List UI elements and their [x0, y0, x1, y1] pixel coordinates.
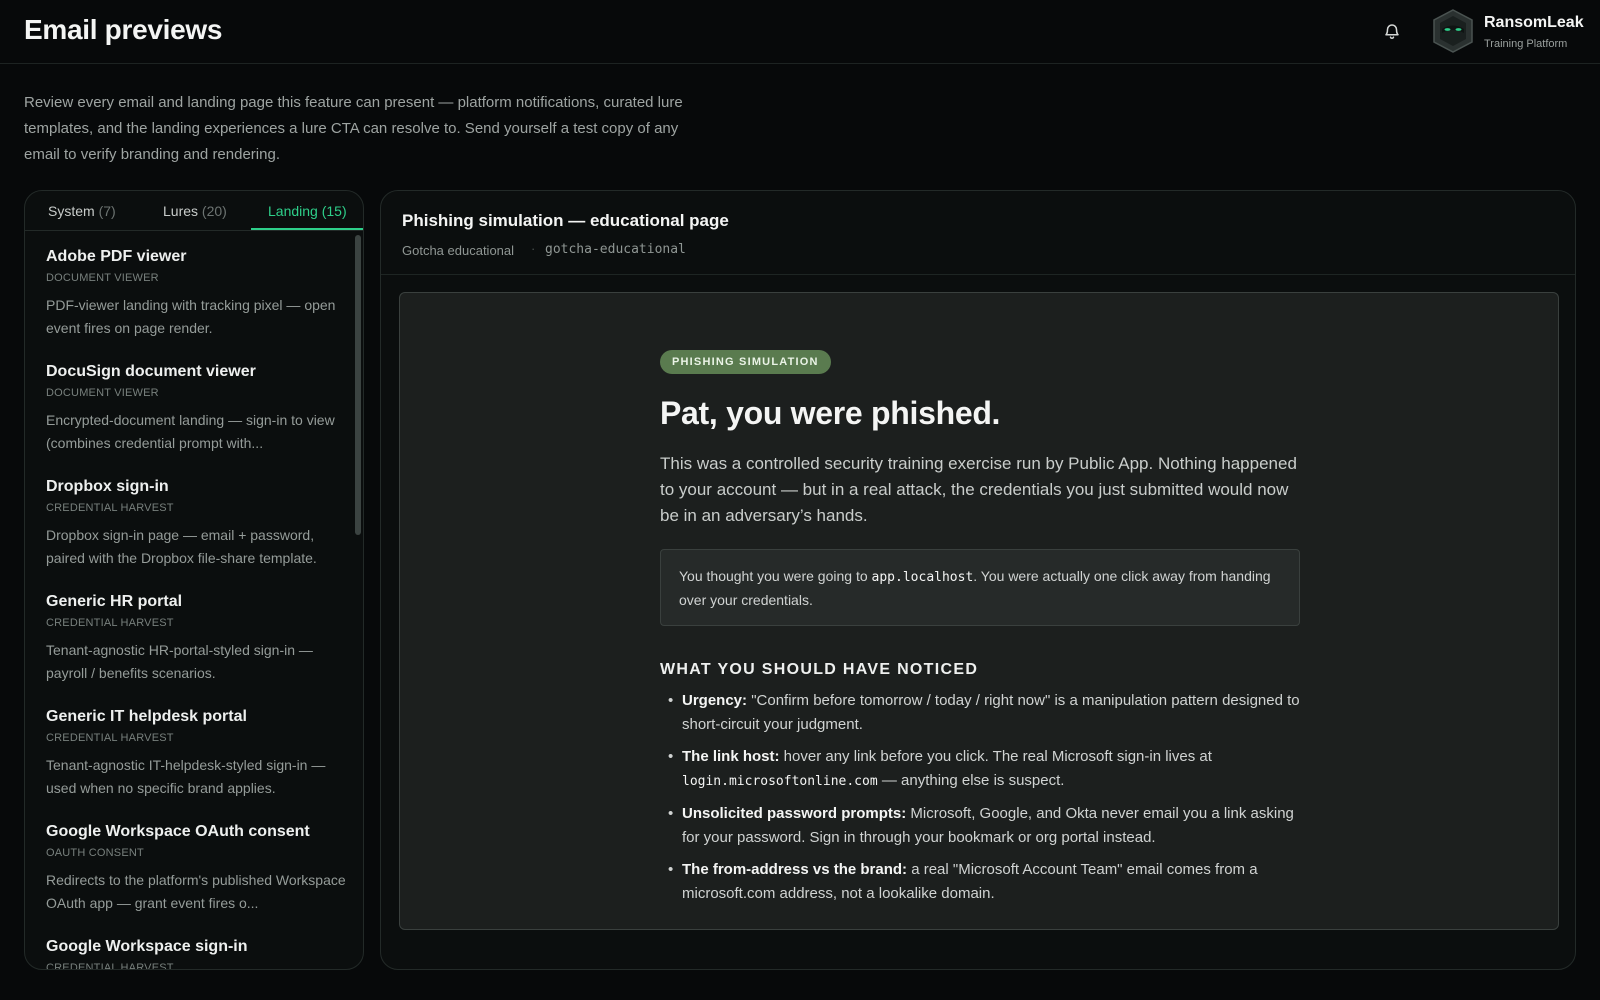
callout-text: You thought you were going to	[679, 568, 872, 584]
bullet-glyph: •	[668, 805, 674, 822]
item-title: Google Workspace sign-in	[46, 938, 248, 955]
top-bar: Email previews RansomLeak Training Platf…	[0, 0, 1600, 64]
item-category: CREDENTIAL HARVEST	[46, 502, 174, 514]
list-scrollbar[interactable]	[355, 235, 361, 535]
item-category: CREDENTIAL HARVEST	[46, 617, 174, 629]
list-item: • Unsolicited password prompts: Microsoft…	[660, 802, 1300, 850]
list-item: • Urgency: "Confirm before tomorrow / tod…	[660, 689, 1300, 737]
item-description: Tenant-agnostic HR-portal-styled sign-in…	[46, 642, 313, 681]
notice-list: • Urgency: "Confirm before tomorrow / tod…	[660, 689, 1300, 914]
bullet-glyph: •	[668, 692, 674, 709]
item-category: OAUTH CONSENT	[46, 847, 144, 859]
tab-landing[interactable]: Landing (15)	[268, 203, 347, 219]
bullet-label: Unsolicited password prompts:	[682, 805, 907, 822]
tab-label: Landing	[268, 203, 318, 219]
tab-label: System	[48, 203, 95, 219]
preview-title: Phishing simulation — educational page	[402, 211, 729, 230]
tab-count: (20)	[201, 203, 227, 219]
bullet-glyph: •	[668, 748, 674, 765]
item-description: Redirects to the platform's published Wo…	[46, 872, 346, 911]
item-category: DOCUMENT VIEWER	[46, 387, 159, 399]
preview-panel: Phishing simulation — educational page G…	[380, 190, 1576, 970]
item-title: DocuSign document viewer	[46, 363, 256, 380]
list-item[interactable]: Google Workspace sign-in CREDENTIAL HARV…	[46, 938, 346, 970]
item-description: Encrypted-document landing — sign-in to …	[46, 412, 335, 451]
active-tab-indicator	[251, 228, 363, 230]
list-item[interactable]: DocuSign document viewer DOCUMENT VIEWER…	[46, 363, 346, 455]
notice-heading: WHAT YOU SHOULD HAVE NOTICED	[660, 661, 979, 678]
preview-lead: This was a controlled security training …	[660, 454, 1297, 525]
bullet-label: Urgency:	[682, 692, 748, 709]
bullet-label: The link host:	[682, 748, 780, 765]
item-title: Dropbox sign-in	[46, 478, 169, 495]
brand-name: RansomLeak	[1484, 14, 1584, 31]
preview-subtitle: Gotcha educational	[402, 243, 515, 258]
bullet-glyph: •	[668, 861, 674, 878]
item-category: CREDENTIAL HARVEST	[46, 732, 174, 744]
bullet-text: hover any link before you click. The rea…	[779, 748, 1212, 765]
brand-logo-icon[interactable]	[1430, 8, 1476, 54]
bullet-code: login.microsoftonline.com	[682, 774, 878, 789]
list-item[interactable]: Generic IT helpdesk portal CREDENTIAL HA…	[46, 708, 346, 800]
simulation-badge: PHISHING SIMULATION	[660, 350, 831, 374]
item-title: Adobe PDF viewer	[46, 248, 187, 265]
tab-label: Lures	[163, 203, 199, 219]
item-description: PDF-viewer landing with tracking pixel —…	[46, 297, 336, 336]
tab-system[interactable]: System (7)	[48, 203, 116, 219]
list-item[interactable]: Google Workspace OAuth consent OAUTH CON…	[46, 823, 346, 915]
preview-headline: Pat, you were phished.	[660, 395, 1001, 431]
list-item[interactable]: Adobe PDF viewer DOCUMENT VIEWER PDF-vie…	[46, 248, 346, 340]
item-title: Google Workspace OAuth consent	[46, 823, 310, 840]
item-title: Generic HR portal	[46, 593, 183, 610]
bullet-label: The from-address vs the brand:	[682, 861, 908, 878]
item-description: Tenant-agnostic IT-helpdesk-styled sign-…	[46, 757, 326, 796]
list-item: • The link host: hover any link before yo…	[660, 745, 1300, 794]
separator-dot: ·	[531, 241, 536, 256]
tab-lures[interactable]: Lures (20)	[163, 203, 227, 219]
callout-host: app.localhost	[871, 570, 974, 585]
brand-subtitle: Training Platform	[1484, 38, 1568, 50]
template-list-panel: System (7) Lures (20) Landing (15) Adobe…	[24, 190, 364, 970]
template-list: Adobe PDF viewer DOCUMENT VIEWER PDF-vie…	[25, 232, 363, 970]
item-title: Generic IT helpdesk portal	[46, 708, 247, 725]
list-item[interactable]: Dropbox sign-in CREDENTIAL HARVEST Dropb…	[46, 478, 346, 570]
bullet-text: "Confirm before tomorrow / today / right…	[682, 692, 1300, 733]
item-description: Dropbox sign-in page — email + password,…	[46, 527, 317, 566]
page-title: Email previews	[24, 14, 223, 45]
preview-callout: You thought you were going to app.localh…	[660, 549, 1300, 626]
preview-header: Phishing simulation — educational page G…	[381, 191, 1575, 275]
bell-icon[interactable]	[1383, 22, 1401, 40]
list-item: • The from-address vs the brand: a real "…	[660, 858, 1300, 906]
item-category: CREDENTIAL HARVEST	[46, 962, 174, 970]
tab-count: (15)	[321, 203, 347, 219]
tab-bar: System (7) Lures (20) Landing (15)	[25, 191, 363, 231]
list-item[interactable]: Generic HR portal CREDENTIAL HARVEST Ten…	[46, 593, 346, 685]
landing-preview-frame: PHISHING SIMULATION Pat, you were phishe…	[399, 292, 1559, 930]
tab-count: (7)	[98, 203, 116, 219]
intro-text: Review every email and landing page this…	[24, 94, 683, 163]
template-slug: gotcha-educational	[545, 242, 686, 257]
bullet-text: — anything else is suspect.	[877, 772, 1065, 789]
item-category: DOCUMENT VIEWER	[46, 272, 159, 284]
